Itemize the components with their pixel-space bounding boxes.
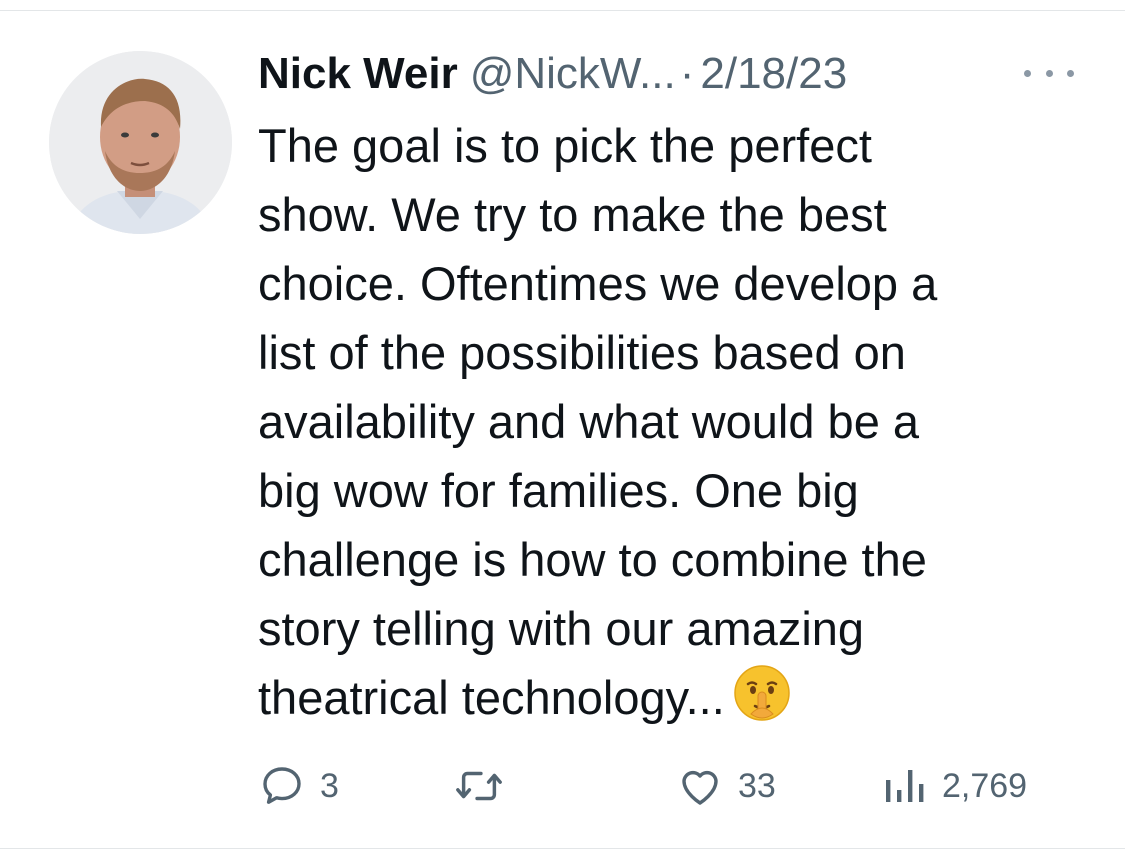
tweet-text-line: show. We try to make the best [258, 188, 887, 241]
shushing-face-emoji [733, 664, 791, 722]
tweet-date[interactable]: 2/18/23 [700, 44, 847, 104]
retweet-icon [456, 771, 502, 801]
more-dot [1045, 69, 1053, 77]
tweet-text-line: theatrical technology... [258, 671, 725, 724]
header-separator: · [679, 49, 695, 98]
retweet-button[interactable] [454, 756, 518, 816]
reply-count: 3 [320, 766, 339, 805]
top-divider [0, 10, 1125, 11]
more-options-icon[interactable] [1024, 58, 1074, 88]
tweet-text-line: story telling with our amazing [258, 602, 865, 655]
reply-button[interactable]: 3 [258, 756, 339, 816]
views-chart-icon [886, 770, 924, 802]
author-handle[interactable]: @NickW... [470, 44, 676, 104]
author-name[interactable]: Nick Weir [258, 44, 458, 104]
more-dot [1067, 69, 1074, 77]
reply-icon [263, 767, 301, 804]
tweet-text-line: challenge is how to combine the [258, 533, 927, 586]
avatar[interactable] [49, 51, 232, 234]
more-dot [1024, 69, 1031, 77]
avatar-photo [49, 51, 232, 234]
like-count: 33 [738, 766, 776, 805]
views-button[interactable]: 2,769 [882, 756, 1027, 816]
tweet-text-line: big wow for families. One big [258, 464, 859, 517]
heart-icon [682, 770, 718, 805]
tweet-text-line: availability and what would be a [258, 395, 920, 448]
tweet-text: The goal is to pick the perfect show. We… [258, 111, 1098, 732]
tweet-header: Nick Weir @NickW... · 2/18/23 [258, 44, 847, 104]
tweet-text-line: choice. Oftentimes we develop a [258, 257, 938, 310]
like-button[interactable]: 33 [676, 756, 776, 816]
tweet-text-last-line: theatrical technology... [258, 663, 1098, 732]
bottom-divider [0, 848, 1125, 849]
tweet-text-line: The goal is to pick the perfect [258, 119, 872, 172]
tweet-actions: 3 33 2,769 [258, 756, 1058, 816]
tweet-text-line: list of the possibilities based on [258, 326, 906, 379]
views-count: 2,769 [942, 766, 1028, 805]
